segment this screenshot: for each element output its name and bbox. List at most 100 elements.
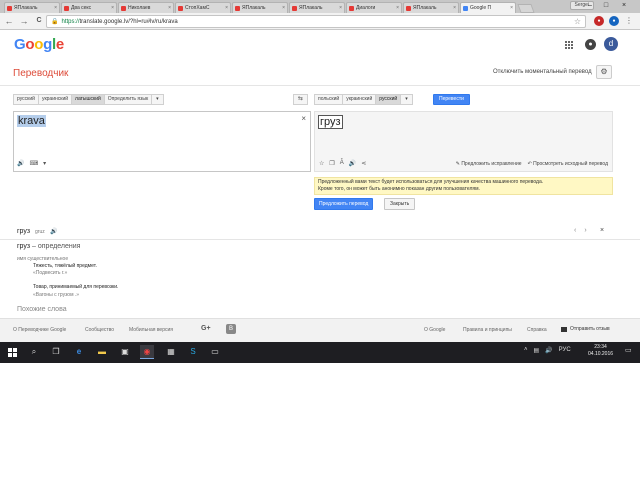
source-text[interactable]: krava	[17, 115, 46, 127]
source-language-bar: русский украинский латышский Определить язы…	[13, 94, 164, 105]
tab-title: Николаев	[128, 5, 151, 11]
tab-close-icon[interactable]: ×	[54, 5, 57, 11]
source-textarea[interactable]: krava × 🔊 ⌨ ▾	[13, 111, 311, 172]
language-dropdown-chevron-icon[interactable]: ▾	[401, 94, 413, 105]
language-dropdown-chevron-icon[interactable]: ▾	[152, 94, 164, 105]
star-icon[interactable]: ☆	[319, 160, 324, 167]
sense-example: «Вагоны с грузом .»	[33, 292, 80, 298]
speaker-icon[interactable]: 🔊	[17, 160, 24, 167]
browser-tab[interactable]: ЯПлакаль ×	[4, 2, 60, 13]
tab-close-icon[interactable]: ×	[111, 5, 114, 11]
menu-icon[interactable]: ⋮	[624, 16, 634, 26]
speaker-icon[interactable]: 🔊	[349, 160, 356, 167]
edge-icon[interactable]: e	[72, 345, 86, 359]
chevron-up-icon[interactable]: ˄	[524, 347, 528, 354]
result-text[interactable]: груз	[318, 115, 343, 129]
browser-tab[interactable]: СтопХамС ×	[175, 2, 231, 13]
instant-translation-toggle[interactable]: Отключить моментальный перевод	[493, 69, 592, 75]
close-icon[interactable]: ×	[600, 227, 604, 234]
clock[interactable]: 23:34 04.10.2016	[588, 344, 613, 358]
tab-close-icon[interactable]: ×	[168, 5, 171, 11]
tab-close-icon[interactable]: ×	[225, 5, 228, 11]
maximize-button[interactable]: □	[599, 0, 613, 12]
footer-link-about-google[interactable]: О Google	[424, 327, 445, 333]
forward-icon[interactable]: →	[19, 16, 29, 26]
browser-tab[interactable]: ЯПлакаль ×	[403, 2, 459, 13]
source-lang-tab-0[interactable]: русский	[13, 94, 39, 105]
chrome-icon[interactable]: ◉	[140, 345, 154, 359]
copy-icon[interactable]: ❐	[329, 160, 334, 167]
notifications-icon[interactable]: ▭	[625, 346, 632, 354]
chevron-right-icon[interactable]: ›	[584, 227, 586, 234]
tab-close-icon[interactable]: ×	[453, 5, 456, 11]
task-view-icon[interactable]: ❐	[49, 345, 63, 359]
store-icon[interactable]: ▣	[118, 345, 132, 359]
source-lang-tab-3[interactable]: Определить язык	[104, 94, 153, 105]
browser-tab[interactable]: Диалоги ×	[346, 2, 402, 13]
speaker-icon[interactable]: 🔊	[50, 228, 57, 235]
reload-icon[interactable]: C	[34, 16, 44, 26]
empty-area	[0, 363, 640, 500]
network-icon[interactable]: ▤	[534, 347, 540, 354]
close-button[interactable]: Закрыть	[384, 198, 416, 210]
lock-icon: 🔒	[51, 19, 59, 25]
avatar[interactable]: d	[604, 37, 618, 51]
back-icon[interactable]: ←	[4, 16, 14, 26]
browser-tab[interactable]: Два секс ×	[61, 2, 117, 13]
clear-text-icon[interactable]: ×	[301, 114, 306, 123]
minimize-button[interactable]: –	[583, 0, 597, 12]
target-lang-tab-1[interactable]: украинский	[343, 94, 377, 105]
swap-languages-button[interactable]: ⇆	[293, 94, 308, 105]
tab-favicon-icon	[235, 5, 240, 11]
footer-link-about[interactable]: О Переводчике Google	[13, 327, 66, 333]
tab-close-icon[interactable]: ×	[339, 5, 342, 11]
notifications-icon[interactable]: ●	[585, 39, 596, 50]
phonetic-icon[interactable]: Ā	[340, 160, 344, 167]
language-indicator[interactable]: РУС	[559, 347, 571, 354]
footer-link-community[interactable]: Сообщество	[85, 327, 114, 333]
new-tab-button[interactable]	[517, 4, 535, 13]
suggest-translation-button[interactable]: Предложить перевод	[314, 198, 374, 210]
google-logo[interactable]: Google	[14, 36, 64, 53]
translate-button[interactable]: Перевести	[433, 94, 470, 105]
source-lang-tab-1[interactable]: украинский	[38, 94, 73, 105]
source-lang-tab-2[interactable]: латышский	[72, 94, 105, 105]
send-feedback-button[interactable]: Отправить отзыв	[561, 326, 610, 332]
photos-icon[interactable]: ▭	[208, 345, 222, 359]
tab-close-icon[interactable]: ×	[282, 5, 285, 11]
footer-link-help[interactable]: Справка	[527, 327, 547, 333]
volume-icon[interactable]: 🔊	[545, 347, 552, 354]
browser-tab[interactable]: ЯПлакаль ×	[232, 2, 288, 13]
footer-link-mobile[interactable]: Мобильная версия	[129, 327, 173, 333]
apps-grid-icon[interactable]	[565, 41, 573, 49]
bookmark-star-icon[interactable]: ☆	[574, 17, 581, 26]
settings-button[interactable]: ⚙	[596, 65, 612, 79]
target-lang-tab-0[interactable]: польский	[314, 94, 344, 105]
extension-icon[interactable]: ●	[594, 16, 604, 26]
target-lang-tab-2[interactable]: русский	[376, 94, 402, 105]
calculator-icon[interactable]: ▦	[164, 345, 178, 359]
tab-close-icon[interactable]: ×	[396, 5, 399, 11]
browser-tab[interactable]: Николаев ×	[118, 2, 174, 13]
explorer-icon[interactable]: ▬	[95, 345, 109, 359]
sense-meaning: Товар, принимаемый для перевозки.	[33, 284, 119, 290]
view-original-link[interactable]: ↶ Просмотреть исходный перевод	[528, 161, 608, 167]
search-icon[interactable]: ⌕	[27, 345, 41, 359]
tab-close-icon[interactable]: ×	[510, 5, 513, 11]
share-icon[interactable]: ⋖	[361, 160, 366, 167]
address-bar[interactable]: 🔒 https://translate.google.lv/?hl=ru#lv/…	[46, 15, 586, 28]
sense-example: «Подвесить г.»	[33, 270, 68, 276]
close-window-button[interactable]: ×	[617, 0, 631, 12]
browser-tab[interactable]: Google П ×	[460, 2, 516, 13]
chevron-left-icon[interactable]: ‹	[574, 227, 576, 234]
start-button[interactable]	[5, 345, 19, 359]
extension-icon[interactable]: ●	[609, 16, 619, 26]
footer-link-policies[interactable]: Правила и принципы	[463, 327, 512, 333]
skype-icon[interactable]: S	[186, 345, 200, 359]
keyboard-icon[interactable]: ⌨	[29, 160, 38, 167]
browser-tab[interactable]: ЯПлакаль ×	[289, 2, 345, 13]
chevron-down-icon[interactable]: ▾	[43, 160, 46, 167]
suggest-edit-link[interactable]: ✎ Предложить исправление	[456, 161, 522, 167]
google-plus-icon[interactable]: G+	[201, 325, 211, 332]
blogger-icon[interactable]: B	[226, 324, 236, 334]
